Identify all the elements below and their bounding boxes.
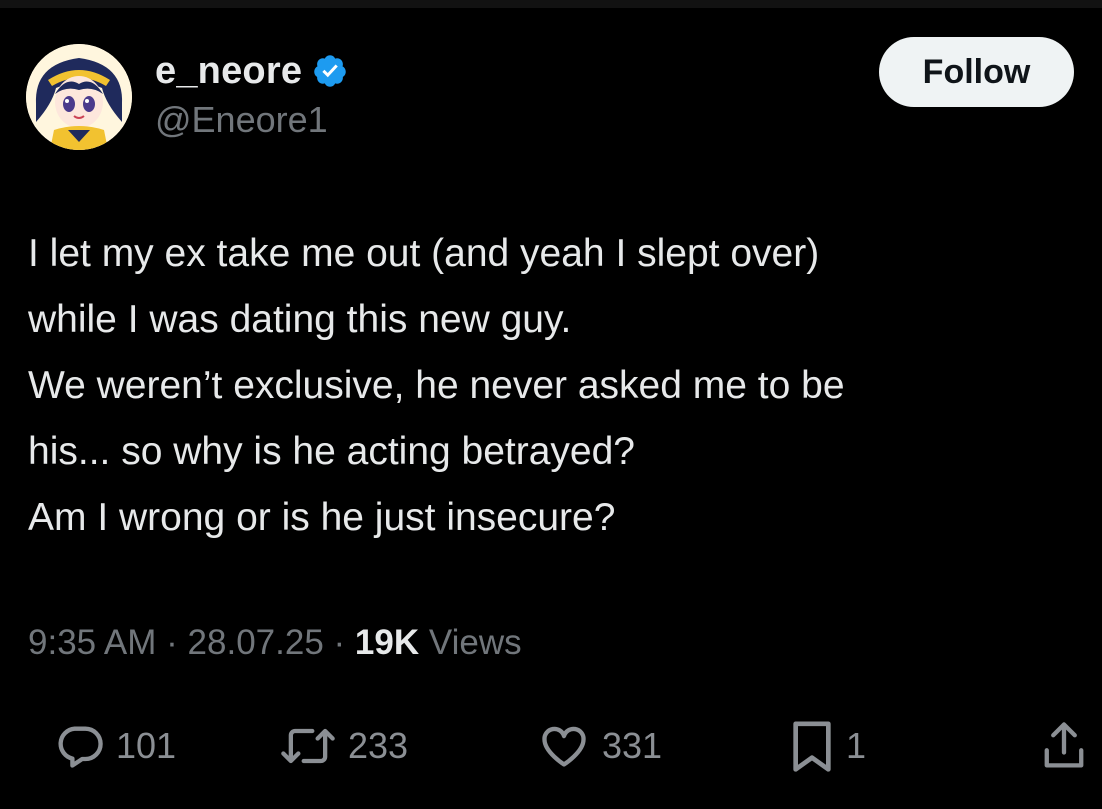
follow-button[interactable]: Follow	[879, 37, 1074, 107]
views-label: Views	[428, 623, 522, 662]
tweet-line: while I was dating this new guy.	[28, 298, 572, 341]
action-bar: 101 233 331 1	[0, 716, 1102, 776]
reply-bubble-icon	[58, 726, 103, 768]
meta-separator: ·	[333, 623, 346, 662]
repost-count: 233	[348, 725, 409, 766]
heart-icon	[542, 726, 586, 767]
bookmark-button[interactable]: 1	[788, 716, 866, 776]
tweet-meta: 9:35 AM · 28.07.25 · 19K Views	[28, 623, 522, 663]
user-name-row[interactable]: e_neore	[155, 50, 348, 92]
bookmark-icon	[793, 721, 831, 772]
like-button[interactable]: 331	[536, 716, 662, 776]
bookmark-count: 1	[846, 725, 867, 766]
tweet-date[interactable]: 28.07.25	[188, 623, 324, 662]
tweet-line: We weren’t exclusive, he never asked me …	[28, 364, 845, 407]
share-button[interactable]	[1038, 716, 1090, 776]
user-handle[interactable]: @Eneore1	[155, 99, 328, 141]
tweet-line: I let my ex take me out (and yeah I slep…	[28, 232, 820, 275]
repost-arrows-icon	[281, 728, 335, 764]
avatar[interactable]	[26, 44, 132, 150]
tweet-text: I let my ex take me out (and yeah I slep…	[28, 221, 1088, 551]
reply-count: 101	[116, 725, 177, 766]
tweet-line: his... so why is he acting betrayed?	[28, 430, 635, 473]
share-upload-icon	[1044, 722, 1084, 768]
verified-badge-icon	[312, 53, 348, 89]
top-edge-bar	[0, 0, 1102, 8]
tweet-line: Am I wrong or is he just insecure?	[28, 496, 616, 539]
tweet-time[interactable]: 9:35 AM	[28, 623, 156, 662]
reply-button[interactable]: 101	[54, 716, 176, 776]
display-name[interactable]: e_neore	[155, 50, 302, 93]
repost-button[interactable]: 233	[278, 716, 408, 776]
meta-separator: ·	[166, 623, 178, 662]
views-count[interactable]: 19K	[355, 623, 419, 662]
like-count: 331	[602, 725, 663, 766]
